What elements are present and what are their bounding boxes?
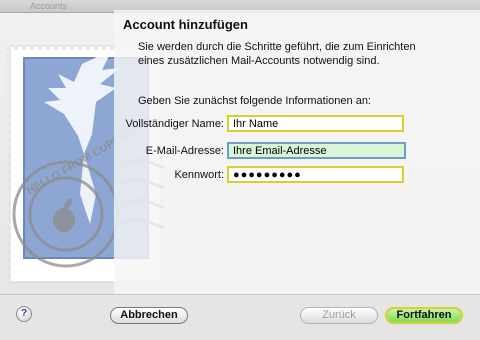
button-bar-divider bbox=[0, 294, 480, 295]
ghost-tab-label: Accounts bbox=[30, 1, 68, 11]
full-name-label: Vollständiger Name: bbox=[125, 118, 224, 130]
dialog-intro-text: Sie werden durch die Schritte geführt, d… bbox=[138, 41, 416, 67]
email-field[interactable]: Ihre Email-Adresse bbox=[227, 142, 406, 159]
full-name-field[interactable]: Ihr Name bbox=[227, 115, 404, 132]
back-button[interactable]: Zurück bbox=[300, 307, 378, 324]
cancel-button[interactable]: Abbrechen bbox=[110, 307, 188, 324]
continue-button[interactable]: Fortfahren bbox=[385, 307, 463, 324]
mail-setup-sheet: Accounts HELLO FROM CUPERTINO Account hi… bbox=[0, 0, 480, 340]
email-label: E-Mail-Adresse: bbox=[145, 145, 224, 157]
password-field[interactable]: ●●●●●●●●● bbox=[227, 166, 404, 183]
dialog-prompt-text: Geben Sie zunächst folgende Informatione… bbox=[138, 95, 371, 107]
help-button[interactable]: ? bbox=[16, 306, 32, 322]
password-label: Kennwort: bbox=[174, 169, 224, 181]
dialog-title: Account hinzufügen bbox=[123, 17, 248, 32]
